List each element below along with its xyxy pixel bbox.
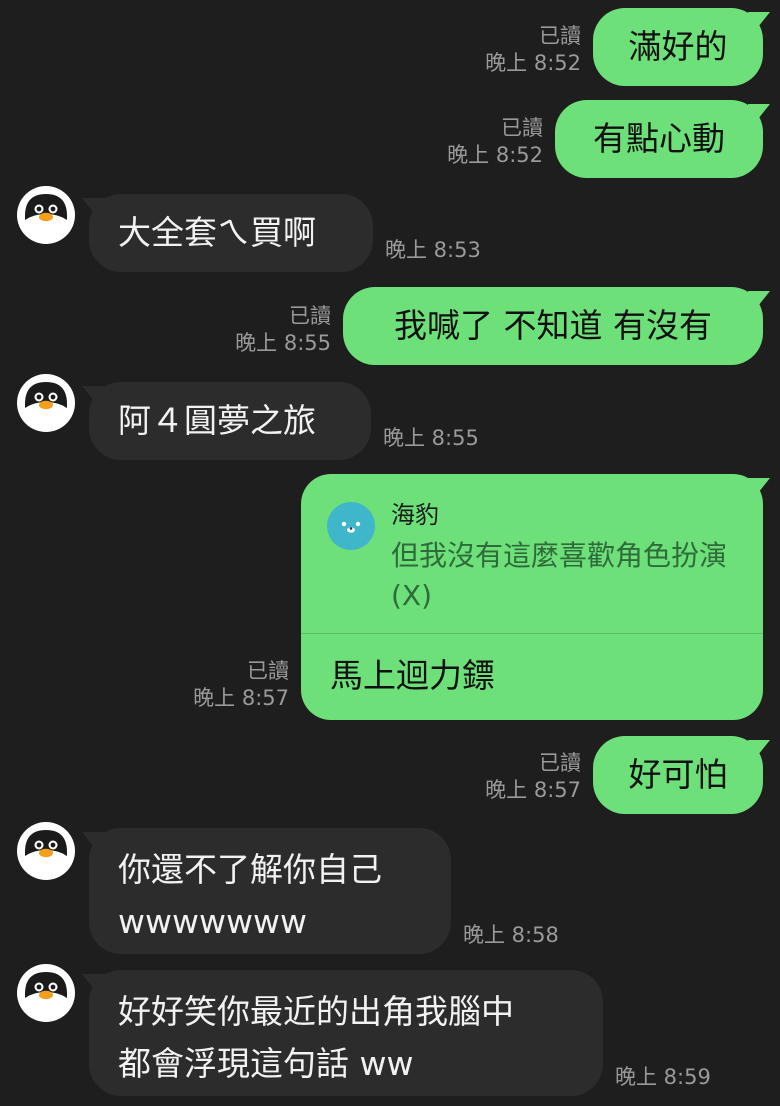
timestamp: 晚上 8:57 (485, 778, 581, 802)
timestamp: 晚上 8:52 (485, 51, 581, 75)
read-receipt: 已讀 (247, 659, 289, 683)
timestamp: 晚上 8:55 (383, 426, 479, 450)
message-bubble[interactable]: 我喊了 不知道 有沒有 (343, 287, 763, 365)
timestamp: 晚上 8:53 (385, 238, 481, 262)
message-bubble[interactable]: 你還不了解你自己 wwwwwww (89, 828, 451, 954)
message-text: 阿４圓夢之旅 (118, 401, 316, 440)
chat-screen: { "colors": { "background": "#1e1e1e", "… (0, 0, 780, 1106)
read-receipt: 已讀 (289, 304, 331, 328)
message-bubble[interactable]: 大全套ㄟ買啊 (89, 194, 373, 272)
message-bubble[interactable]: 有點心動 (555, 100, 763, 178)
message-bubble[interactable]: 滿好的 (593, 8, 763, 86)
penguin-avatar-icon[interactable] (17, 186, 75, 244)
penguin-avatar-icon[interactable] (17, 374, 75, 432)
message-text: 有點心動 (593, 119, 725, 158)
timestamp: 晚上 8:57 (193, 686, 289, 710)
message-text: 我喊了 不知道 有沒有 (394, 306, 712, 345)
message-text: 好可怕 (628, 755, 728, 794)
reply-message-bubble[interactable]: 海豹 但我沒有這麼喜歡角色扮演 (X) 馬上迴力鏢 (301, 474, 763, 720)
timestamp: 晚上 8:55 (235, 331, 331, 355)
timestamp: 晚上 8:52 (447, 143, 543, 167)
message-text: 馬上迴力鏢 (330, 656, 495, 695)
message-text: 大全套ㄟ買啊 (118, 213, 316, 252)
message-meta: 已讀 晚上 8:52 (485, 23, 581, 77)
quoted-sender-name[interactable]: 海豹 (391, 500, 439, 530)
penguin-avatar-icon[interactable] (17, 964, 75, 1022)
message-text: 滿好的 (628, 27, 728, 66)
message-meta: 已讀 晚上 8:57 (485, 750, 581, 804)
message-text-line: 都會浮現這句話 ww (118, 1044, 414, 1083)
timestamp: 晚上 8:58 (463, 923, 559, 947)
message-text-line: 好好笑你最近的出角我腦中 (118, 992, 514, 1031)
read-receipt: 已讀 (501, 116, 543, 140)
message-meta: 已讀 晚上 8:55 (235, 303, 331, 357)
read-receipt: 已讀 (539, 24, 581, 48)
message-text-line: 你還不了解你自己 (118, 850, 382, 889)
read-receipt: 已讀 (539, 751, 581, 775)
quoted-message-text[interactable]: 但我沒有這麼喜歡角色扮演 (X) (391, 536, 741, 616)
message-meta: 已讀 晚上 8:57 (193, 658, 289, 712)
reply-divider (301, 633, 763, 634)
penguin-avatar-icon[interactable] (17, 822, 75, 880)
message-meta: 已讀 晚上 8:52 (447, 115, 543, 169)
message-bubble[interactable]: 好可怕 (593, 736, 763, 814)
message-text-line: wwwwwww (118, 902, 307, 941)
timestamp: 晚上 8:59 (615, 1065, 711, 1089)
message-bubble[interactable]: 阿４圓夢之旅 (89, 382, 371, 460)
message-bubble[interactable]: 好好笑你最近的出角我腦中 都會浮現這句話 ww (89, 970, 603, 1096)
seal-avatar-icon[interactable] (327, 502, 375, 550)
